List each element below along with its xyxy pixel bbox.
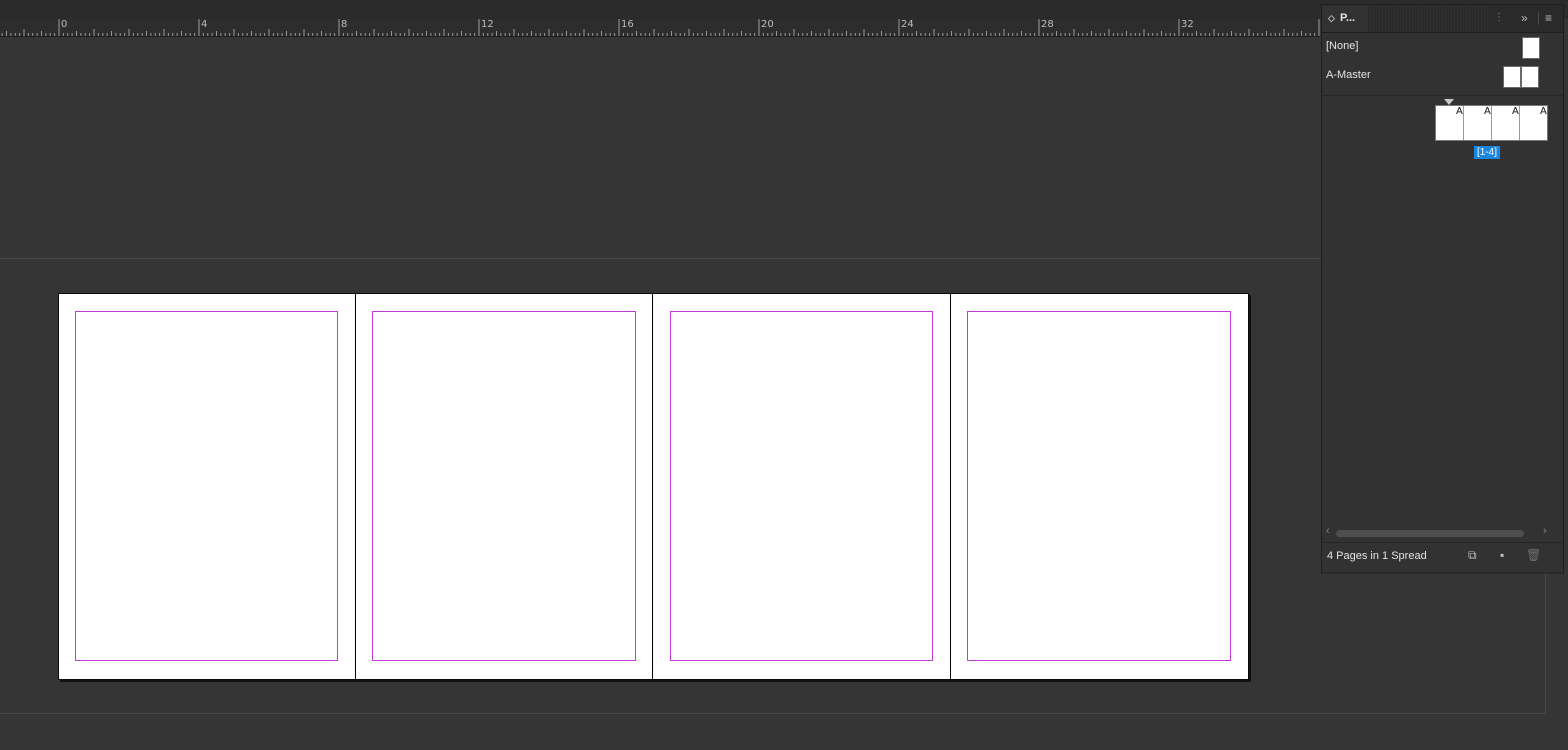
document-spread[interactable] <box>58 293 1249 680</box>
master-item-a-master[interactable]: A-Master <box>1322 62 1563 90</box>
page-thumb-divider <box>1491 106 1492 140</box>
new-page-icon[interactable]: ▪ <box>1500 548 1504 562</box>
spread-label[interactable]: [1-4] <box>1474 146 1501 159</box>
ruler-label: 12 <box>481 19 494 30</box>
ruler-label: 24 <box>901 19 914 30</box>
master-label: [None] <box>1326 40 1359 52</box>
horizontal-ruler[interactable]: 0 4 8 12 16 20 24 28 32 <box>0 19 1320 37</box>
tab-label: P... <box>1340 12 1356 24</box>
panel-horizontal-scrollbar[interactable]: ‹ › <box>1326 525 1558 539</box>
ruler-label: 28 <box>1041 19 1054 30</box>
page-master-letter: A <box>1456 106 1463 117</box>
page-4-margin-guide <box>967 311 1231 661</box>
master-item-none[interactable]: [None] <box>1322 33 1563 61</box>
page-thumb-divider <box>1463 106 1464 140</box>
page-divider <box>652 294 653 679</box>
panel-footer: 4 Pages in 1 Spread ⧉ ▪ 🗑 <box>1322 542 1563 567</box>
master-thumbnail[interactable] <box>1522 37 1540 59</box>
ruler-label: 16 <box>621 19 634 30</box>
more-options-icon[interactable]: ⋮ <box>1494 12 1504 23</box>
page-3-margin-guide <box>670 311 933 661</box>
pasteboard-edge <box>0 713 1546 714</box>
ruler-ticks <box>1 19 1320 36</box>
scroll-left-icon[interactable]: ‹ <box>1326 525 1330 537</box>
ruler-label: 4 <box>201 19 208 30</box>
page-1-margin-guide <box>75 311 338 661</box>
pages-panel: ◇ P... ⋮ » ≡ [None] A-Master A A A A [1-… <box>1321 4 1564 574</box>
scrollbar-thumb[interactable] <box>1336 530 1524 537</box>
panel-divider <box>1322 95 1563 96</box>
trash-icon[interactable]: 🗑 <box>1526 548 1541 562</box>
ruler-label: 20 <box>761 19 774 30</box>
scroll-right-icon[interactable]: › <box>1543 525 1547 537</box>
page-divider <box>355 294 356 679</box>
pasteboard-edge <box>0 258 1321 259</box>
pasteboard-edge <box>1545 571 1546 714</box>
ruler-label: 32 <box>1181 19 1194 30</box>
divider <box>1538 12 1539 25</box>
expand-arrows-icon: ◇ <box>1328 13 1335 23</box>
panel-header: ◇ P... ⋮ » ≡ <box>1322 5 1563 33</box>
page-thumb-divider <box>1519 106 1520 140</box>
ruler-label: 8 <box>341 19 348 30</box>
page-2-margin-guide <box>372 311 636 661</box>
double-chevron-right-icon[interactable]: » <box>1521 11 1528 25</box>
panel-menu-icon[interactable]: ≡ <box>1545 11 1552 25</box>
master-thumbnail-right[interactable] <box>1521 66 1539 88</box>
page-master-letter: A <box>1540 106 1547 117</box>
page-count-status: 4 Pages in 1 Spread <box>1327 550 1427 562</box>
panel-drag-grip[interactable] <box>1368 5 1488 32</box>
page-master-letter: A <box>1512 106 1519 117</box>
ruler-label: 0 <box>61 19 68 30</box>
master-thumbnail-left[interactable] <box>1503 66 1521 88</box>
page-master-letter: A <box>1484 106 1491 117</box>
master-label: A-Master <box>1326 69 1371 81</box>
page-divider <box>950 294 951 679</box>
tab-pages[interactable]: ◇ P... <box>1322 5 1368 32</box>
spread-thumbnail[interactable]: A A A A <box>1435 105 1548 141</box>
edit-page-size-icon[interactable]: ⧉ <box>1468 548 1477 563</box>
